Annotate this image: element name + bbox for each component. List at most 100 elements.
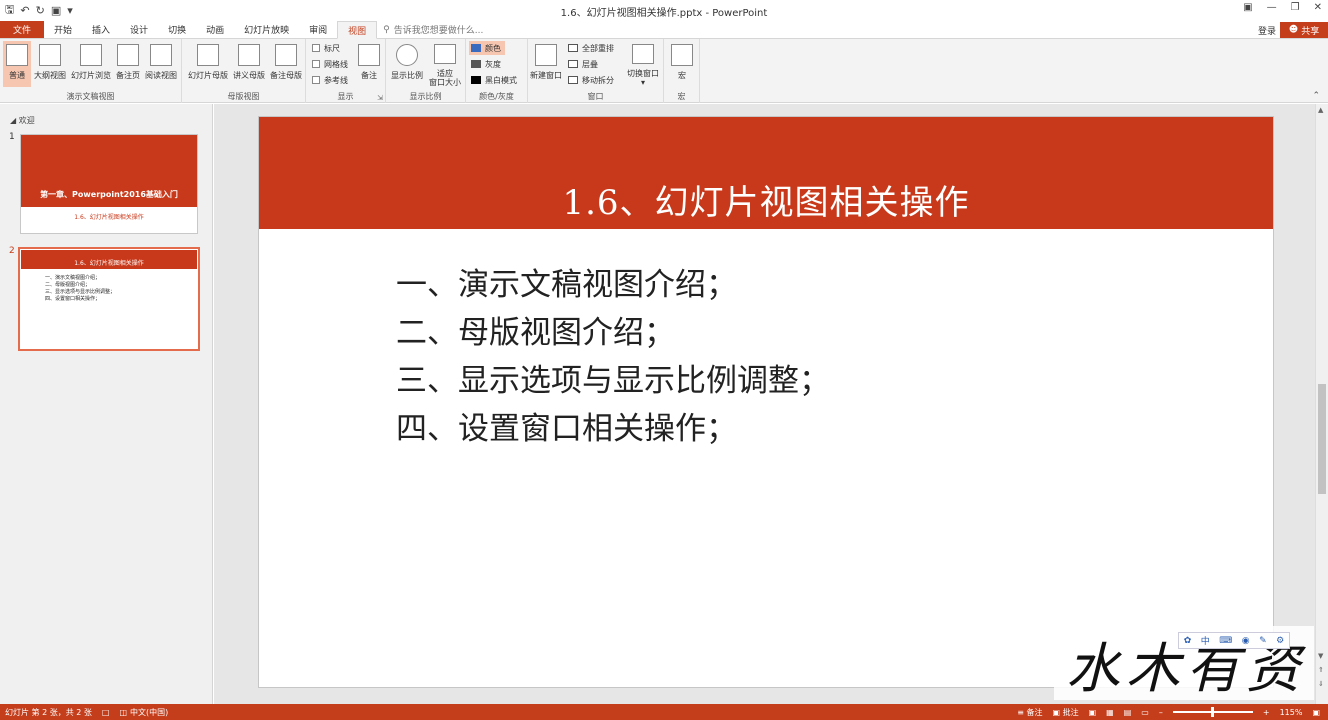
normal-view-button[interactable]: 普通 xyxy=(3,41,31,87)
slide-sorter-button[interactable]: 幻灯片浏览 xyxy=(69,41,113,87)
vertical-scrollbar[interactable]: ▲ ▼ ⇑ ⇓ xyxy=(1315,104,1328,704)
blackwhite-label: 黑白模式 xyxy=(485,75,517,85)
blackwhite-option[interactable]: 黑白模式 xyxy=(471,73,517,87)
handout-master-button[interactable]: 讲义母版 xyxy=(231,41,267,87)
start-from-beginning-icon[interactable]: ▣ xyxy=(51,4,61,17)
normal-view-status-icon[interactable]: ▣ xyxy=(1089,708,1097,717)
zoom-slider[interactable] xyxy=(1172,707,1253,717)
color-option[interactable]: 颜色 xyxy=(469,41,505,55)
tab-insert[interactable]: 插入 xyxy=(82,21,120,38)
chevron-down-icon: ▾ xyxy=(640,78,645,87)
tab-slideshow[interactable]: 幻灯片放映 xyxy=(234,21,299,38)
tab-animations[interactable]: 动画 xyxy=(196,21,234,38)
dialog-launcher-icon[interactable]: ⇲ xyxy=(377,94,383,102)
zoom-level[interactable]: 115% xyxy=(1280,708,1303,717)
gridlines-checkbox[interactable]: 网格线 xyxy=(312,57,348,71)
notes-page-button[interactable]: 备注页 xyxy=(114,41,142,87)
ime-toolbar[interactable]: ✿ 中 ⌨ ◉ ✎ ⚙ xyxy=(1178,632,1290,649)
tell-me-box[interactable]: ⚲ 告诉我您想要做什么... xyxy=(377,21,489,38)
grayscale-option[interactable]: 灰度 xyxy=(471,57,501,71)
group-master-views: 幻灯片母版 讲义母版 备注母版 母版视图 xyxy=(182,39,306,103)
current-slide[interactable]: 1.6、幻灯片视图相关操作 一、演示文稿视图介绍； 二、母版视图介绍； 三、显示… xyxy=(258,116,1274,688)
globe-icon[interactable]: ◉ xyxy=(1242,636,1250,646)
restore-icon[interactable]: ❐ xyxy=(1291,2,1300,13)
minimize-icon[interactable]: — xyxy=(1267,2,1277,13)
window-title: 1.6、幻灯片视图相关操作.pptx - PowerPoint xyxy=(560,8,768,19)
scrollbar-thumb[interactable] xyxy=(1318,384,1326,494)
reading-view-button[interactable]: 阅读视图 xyxy=(143,41,179,87)
gridlines-check-box[interactable] xyxy=(312,60,320,68)
tab-review[interactable]: 审阅 xyxy=(299,21,337,38)
tab-design[interactable]: 设计 xyxy=(120,21,158,38)
settings-icon[interactable]: ⚙ xyxy=(1276,636,1284,646)
slideshow-status-icon[interactable]: ▭ xyxy=(1141,708,1149,717)
slide-content-placeholder[interactable]: 一、演示文稿视图介绍； 二、母版视图介绍； 三、显示选项与显示比例调整； 四、设… xyxy=(396,265,830,457)
status-right-group: ≡ 备注 ▣ 批注 ▣ ▦ ▤ ▭ – + 115% ▣ xyxy=(1017,704,1320,720)
notes-toggle[interactable]: ≡ 备注 xyxy=(1017,707,1042,718)
slide-number-1: 1 xyxy=(9,132,15,142)
section-collapse-icon[interactable]: ◢ xyxy=(10,116,16,125)
ribbon-display-options-icon[interactable]: ▣ xyxy=(1243,2,1252,13)
zoom-button[interactable]: 显示比例 xyxy=(388,41,426,87)
tab-file[interactable]: 文件 xyxy=(0,21,45,38)
magnifier-icon xyxy=(396,44,418,66)
language-indicator[interactable]: ◫ 中文(中国) xyxy=(114,707,173,718)
collapse-ribbon-icon[interactable]: ⌃ xyxy=(1312,91,1320,101)
fit-slide-icon[interactable]: ▣ xyxy=(1312,708,1320,717)
customize-qat-icon[interactable]: ▾ xyxy=(67,4,73,17)
redo-icon[interactable]: ↻ xyxy=(36,4,45,17)
spell-check-icon[interactable]: □ xyxy=(97,708,115,717)
color-swatch-icon xyxy=(471,44,481,52)
new-window-button[interactable]: 新建窗口 xyxy=(528,41,564,87)
tab-transitions[interactable]: 切换 xyxy=(158,21,196,38)
tab-home[interactable]: 开始 xyxy=(44,21,82,38)
arrange-all-button[interactable]: 全部重排 xyxy=(568,41,614,55)
zoom-out-icon[interactable]: – xyxy=(1159,708,1163,717)
guides-check-box[interactable] xyxy=(312,76,320,84)
pen-icon[interactable]: ✎ xyxy=(1259,636,1267,646)
slide-bullet-4: 四、设置窗口相关操作； xyxy=(396,411,737,447)
group-label-master-views: 母版视图 xyxy=(227,92,260,101)
fit-to-window-button[interactable]: 适应 窗口大小 xyxy=(426,41,464,87)
undo-icon[interactable]: ↶ xyxy=(20,4,29,17)
login-link[interactable]: 登录 xyxy=(1258,24,1276,37)
next-slide-icon[interactable]: ⇓ xyxy=(1318,680,1324,688)
notes-button[interactable]: 备注 xyxy=(356,41,382,87)
save-icon[interactable]: 🖫 xyxy=(5,1,14,20)
reading-view-status-icon[interactable]: ▤ xyxy=(1124,708,1132,717)
ruler-checkbox[interactable]: 标尺 xyxy=(312,41,340,55)
blackwhite-swatch-icon xyxy=(471,76,481,84)
normal-view-label: 普通 xyxy=(9,71,25,80)
ime-mode[interactable]: 中 xyxy=(1201,634,1210,647)
slide-thumbnail-1[interactable]: 第一章、Powerpoint2016基础入门 1.6、幻灯片视图相关操作 xyxy=(20,134,198,234)
tab-view[interactable]: 视图 xyxy=(337,21,378,39)
notes-master-button[interactable]: 备注母版 xyxy=(268,41,304,87)
close-icon[interactable]: ✕ xyxy=(1314,2,1322,13)
ruler-check-box[interactable] xyxy=(312,44,320,52)
thumb-2-bullet-3: 三、显示选项与显示比例调整； xyxy=(45,289,116,295)
move-split-button[interactable]: 移动拆分 xyxy=(568,73,614,87)
macro-button[interactable]: 宏 xyxy=(668,41,696,87)
slide-master-button[interactable]: 幻灯片母版 xyxy=(186,41,230,87)
slide-title-band: 1.6、幻灯片视图相关操作 xyxy=(259,117,1273,229)
thumb-1-subtitle: 1.6、幻灯片视图相关操作 xyxy=(74,214,144,221)
zoom-slider-knob[interactable] xyxy=(1210,707,1214,717)
section-header[interactable]: ◢ 欢迎 xyxy=(10,115,35,126)
scroll-up-icon[interactable]: ▲ xyxy=(1318,106,1323,114)
switch-windows-button[interactable]: 切换窗口 ▾ xyxy=(624,41,662,87)
outline-view-button[interactable]: 大纲视图 xyxy=(33,41,67,87)
zoom-in-icon[interactable]: + xyxy=(1263,708,1270,717)
guides-checkbox[interactable]: 参考线 xyxy=(312,73,348,87)
notes-master-icon xyxy=(275,44,297,66)
keyboard-icon[interactable]: ⌨ xyxy=(1219,636,1232,646)
slide-thumbnail-2[interactable]: 1.6、幻灯片视图相关操作 一、演示文稿视图介绍； 二、母版视图介绍； 三、显示… xyxy=(18,247,200,351)
paw-icon[interactable]: ✿ xyxy=(1184,636,1192,646)
cascade-button[interactable]: 层叠 xyxy=(568,57,598,71)
share-button[interactable]: ☻ 共享 xyxy=(1280,22,1328,38)
slide-sorter-status-icon[interactable]: ▦ xyxy=(1106,708,1114,717)
scroll-down-icon[interactable]: ▼ xyxy=(1318,652,1323,660)
comments-toggle[interactable]: ▣ 批注 xyxy=(1053,707,1079,718)
slide-title[interactable]: 1.6、幻灯片视图相关操作 xyxy=(259,175,1273,224)
previous-slide-icon[interactable]: ⇑ xyxy=(1318,666,1324,674)
slide-sorter-icon xyxy=(80,44,102,66)
